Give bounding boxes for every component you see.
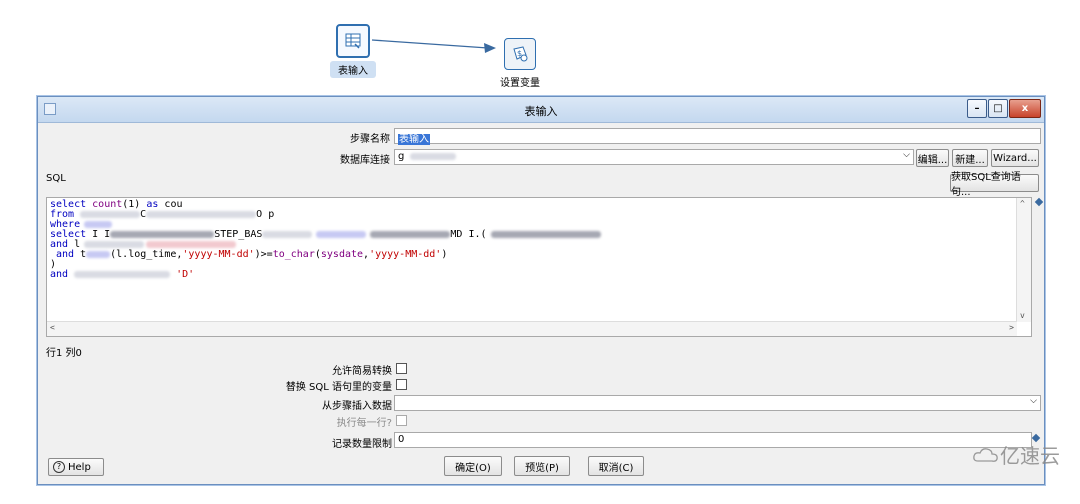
close-button[interactable]: x [1009, 99, 1041, 118]
redacted-text [74, 270, 171, 278]
scroll-down-icon[interactable]: v [1020, 311, 1025, 321]
limit-input[interactable]: 0 [394, 432, 1032, 448]
chevron-down-icon: ⌵ [903, 150, 910, 160]
minimize-button[interactable]: – [967, 99, 987, 118]
sql-text: )>= [254, 249, 273, 260]
limit-label: 记录数量限制 [332, 439, 392, 450]
sql-label: SQL [46, 173, 66, 184]
dialog-titlebar[interactable]: 表输入 – □ x [38, 97, 1044, 123]
dialog-title: 表输入 [524, 105, 558, 118]
db-connection-value: g [398, 151, 405, 162]
table-input-node[interactable]: 表输入 [330, 24, 376, 78]
set-variable-icon: $ [504, 38, 536, 70]
scroll-up-icon[interactable]: ^ [1020, 199, 1025, 209]
sql-text: (l.log_time, [110, 249, 183, 260]
sql-function: count [92, 199, 123, 210]
redacted-connection [409, 152, 456, 160]
sql-editor[interactable]: select count(1) as cou from CO p where s… [46, 197, 1032, 337]
cancel-button[interactable]: 取消(C) [588, 456, 644, 476]
wizard-button[interactable]: Wizard... [991, 149, 1039, 167]
sql-line-6: and t (l.log_time,'yyyy-MM-dd')>=to_char(… [50, 250, 1028, 260]
sql-text: STEP_BAS [214, 229, 263, 240]
cursor-position: 行1 列0 [46, 348, 82, 359]
db-connection-select[interactable]: g ⌵ [394, 149, 914, 165]
help-button[interactable]: ? Help [48, 458, 104, 476]
step-name-value: 表输入 [398, 134, 430, 145]
watermark-text: 亿速云 [1000, 444, 1060, 468]
sql-horizontal-scrollbar[interactable]: < > [47, 321, 1017, 336]
db-connection-label: 数据库连接 [340, 155, 390, 166]
redacted-text [86, 250, 111, 258]
execute-each-row-label: 执行每一行? [336, 418, 392, 429]
redacted-text [80, 210, 141, 218]
sql-keyword: as [146, 199, 159, 210]
lazy-conversion-checkbox[interactable] [396, 363, 407, 374]
watermark: 亿速云 [972, 440, 1060, 469]
table-input-dialog: 表输入 – □ x 步骤名称 表输入 数据库连接 g ⌵ 编辑... 新建...… [37, 96, 1045, 485]
get-sql-button[interactable]: 获取SQL查询语句... [950, 172, 1039, 198]
sql-text: I I [86, 229, 111, 240]
limit-value: 0 [398, 434, 405, 445]
preview-button[interactable]: 预览(P) [514, 456, 570, 476]
help-icon: ? [53, 461, 65, 473]
redacted-text [490, 230, 601, 238]
sql-keyword: and [50, 269, 69, 280]
sql-function: to_char [272, 249, 315, 260]
execute-each-row-checkbox[interactable] [396, 415, 407, 426]
sql-string: 'D' [176, 269, 195, 280]
sql-string: 'yyyy-MM-dd' [182, 249, 255, 260]
ok-button[interactable]: 确定(O) [444, 456, 502, 476]
sql-text: t [74, 249, 87, 260]
table-input-node-label: 表输入 [330, 61, 376, 78]
sql-text: cou [158, 199, 183, 210]
sql-line-7: ) [50, 260, 1028, 270]
redacted-text [84, 220, 113, 228]
sql-vertical-scrollbar[interactable]: ^ v [1016, 198, 1031, 322]
sql-text: MD I.( [450, 229, 487, 240]
insert-from-step-select[interactable]: ⌵ [394, 395, 1041, 411]
redacted-text [316, 230, 367, 238]
variable-indicator-icon [1034, 197, 1044, 207]
maximize-button[interactable]: □ [988, 99, 1008, 118]
sql-line-2: from CO p [50, 210, 1028, 220]
redacted-text [262, 230, 313, 238]
sql-line-3: where [50, 220, 1028, 230]
help-button-label: Help [68, 461, 91, 473]
redacted-text [84, 240, 145, 248]
step-name-label: 步骤名称 [350, 134, 390, 145]
replace-variables-checkbox[interactable] [396, 379, 407, 390]
edit-connection-button[interactable]: 编辑... [916, 149, 949, 167]
sql-function: sysdate [320, 249, 364, 260]
sql-line-1: select count(1) as cou [50, 200, 1028, 210]
scroll-right-icon[interactable]: > [1009, 323, 1014, 333]
sql-text: O p [256, 209, 275, 220]
table-input-icon [336, 24, 370, 58]
sql-string: 'yyyy-MM-dd' [369, 249, 442, 260]
replace-variables-label: 替换 SQL 语句里的变量 [285, 382, 392, 393]
set-variable-node-label: 设置变量 [500, 78, 540, 89]
redacted-text [110, 230, 215, 238]
sql-line-8: and 'D' [50, 270, 1028, 280]
redacted-text [146, 210, 257, 218]
step-name-input[interactable]: 表输入 [394, 128, 1041, 145]
set-variable-node[interactable]: $ 设置变量 [492, 38, 548, 90]
sql-line-4: select I I STEP_BAS MD I.( [50, 230, 1028, 240]
redacted-text [370, 230, 451, 238]
chevron-down-icon: ⌵ [1030, 396, 1037, 406]
scroll-left-icon[interactable]: < [50, 323, 55, 333]
lazy-conversion-label: 允许简易转换 [332, 366, 392, 377]
sql-text: ) [441, 249, 448, 260]
insert-from-step-label: 从步骤插入数据 [322, 401, 392, 412]
cloud-icon [973, 447, 998, 462]
new-connection-button[interactable]: 新建... [952, 149, 988, 167]
redacted-text [146, 240, 237, 248]
